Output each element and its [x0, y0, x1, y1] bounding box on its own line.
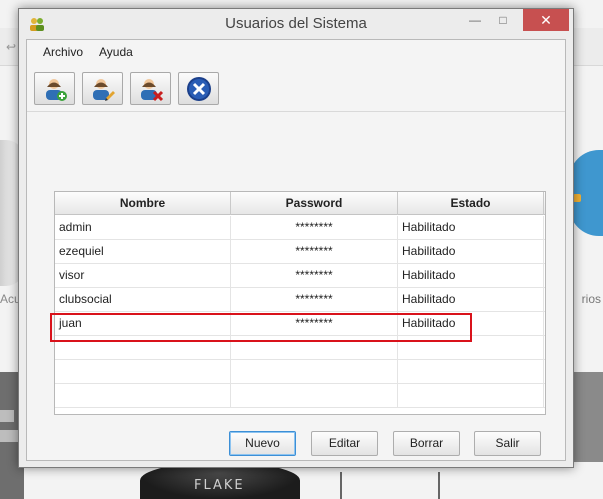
cell-estado: Habilitado: [398, 216, 544, 240]
cell-nombre: visor: [55, 264, 231, 288]
header-password[interactable]: Password: [231, 192, 398, 215]
table-row[interactable]: ezequiel ******** Habilitado: [55, 240, 545, 264]
empty-cell: [55, 360, 231, 384]
menu-archivo[interactable]: Archivo: [43, 45, 83, 59]
cell-estado: Habilitado: [398, 240, 544, 264]
cell-password: ********: [231, 264, 398, 288]
nuevo-button[interactable]: Nuevo: [229, 431, 296, 456]
delete-user-button[interactable]: [130, 72, 171, 105]
add-user-icon: [46, 79, 67, 101]
salir-button[interactable]: Salir: [474, 431, 541, 456]
delete-user-icon: [141, 79, 164, 102]
users-dialog: Usuarios del Sistema — □ ✕ Archivo Ayuda: [18, 8, 574, 468]
maximize-button[interactable]: □: [489, 9, 517, 31]
empty-cell: [231, 360, 398, 384]
cell-estado: Habilitado: [398, 264, 544, 288]
edit-user-icon: [93, 79, 115, 101]
empty-cell: [398, 384, 544, 408]
toolbar: [27, 66, 565, 112]
table-row[interactable]: visor ******** Habilitado: [55, 264, 545, 288]
background-bar: [0, 410, 14, 422]
table-header: Nombre Password Estado: [55, 192, 545, 215]
empty-row: [55, 384, 545, 408]
add-user-button[interactable]: [34, 72, 75, 105]
background-cloud-icon: [569, 150, 603, 236]
cell-nombre: admin: [55, 216, 231, 240]
borrar-button[interactable]: Borrar: [393, 431, 460, 456]
table-row[interactable]: admin ******** Habilitado: [55, 216, 545, 240]
empty-cell: [55, 384, 231, 408]
cell-nombre: clubsocial: [55, 288, 231, 312]
empty-cell: [398, 360, 544, 384]
menu-ayuda[interactable]: Ayuda: [99, 45, 133, 59]
users-table[interactable]: Nombre Password Estado admin ******** Ha…: [54, 191, 546, 415]
cell-nombre: ezequiel: [55, 240, 231, 264]
cell-password: ********: [231, 216, 398, 240]
exit-toolbar-button[interactable]: [178, 72, 219, 105]
header-estado[interactable]: Estado: [398, 192, 544, 215]
background-tool-icon: ↩: [6, 40, 17, 54]
table-row[interactable]: clubsocial ******** Habilitado: [55, 288, 545, 312]
highlight-box: [50, 313, 472, 342]
edit-user-button[interactable]: [82, 72, 123, 105]
background-label-right: rios: [581, 292, 601, 306]
background-bar: [0, 430, 20, 442]
menu-bar: Archivo Ayuda: [27, 40, 565, 64]
cell-estado: Habilitado: [398, 288, 544, 312]
empty-row: [55, 360, 545, 384]
cell-password: ********: [231, 288, 398, 312]
background-panel-right: [569, 372, 603, 462]
header-nombre[interactable]: Nombre: [55, 192, 231, 215]
empty-cell: [231, 384, 398, 408]
background-wires-image: [340, 472, 440, 499]
cell-password: ********: [231, 240, 398, 264]
editar-button[interactable]: Editar: [311, 431, 378, 456]
dialog-content: Archivo Ayuda Nombre Password Estado adm…: [26, 39, 566, 461]
minimize-button[interactable]: —: [461, 9, 489, 31]
close-window-button[interactable]: ✕: [523, 9, 569, 31]
device-label: FLAKE: [194, 478, 245, 493]
title-bar[interactable]: Usuarios del Sistema — □ ✕: [19, 9, 573, 39]
close-x-icon: [187, 77, 211, 101]
